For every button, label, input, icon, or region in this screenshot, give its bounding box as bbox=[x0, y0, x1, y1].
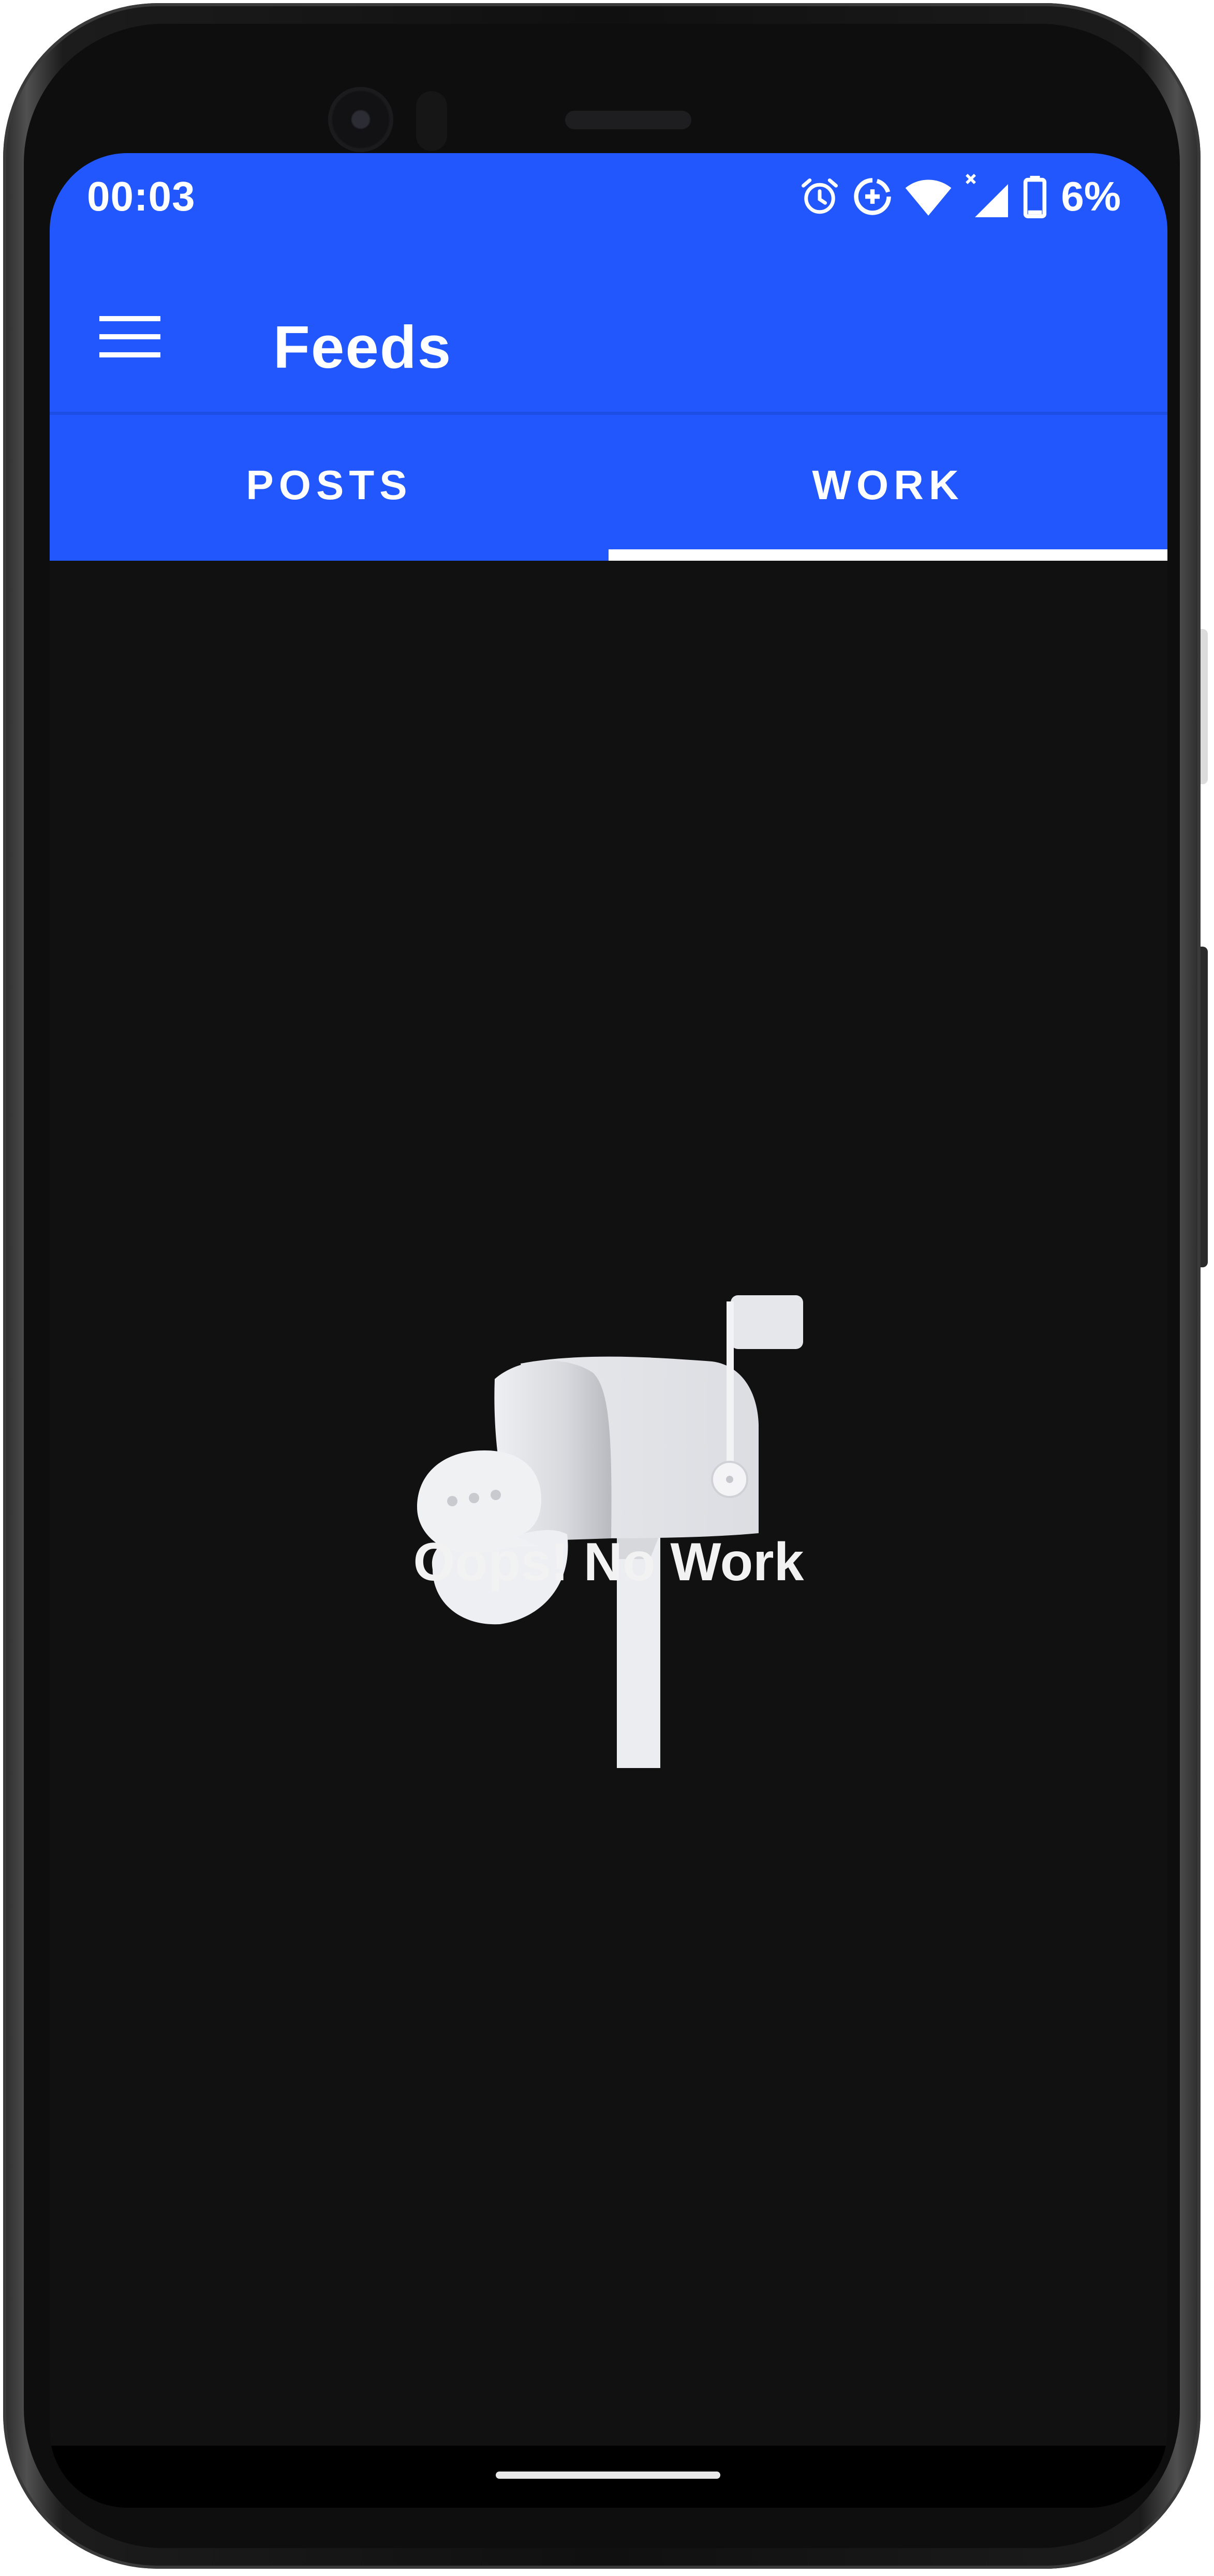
data-saver-icon bbox=[851, 175, 894, 218]
status-time: 00:03 bbox=[87, 173, 196, 219]
tab-bar: POSTS WORK bbox=[50, 415, 1167, 561]
app-bar: Feeds bbox=[50, 262, 1167, 412]
hamburger-menu-icon bbox=[99, 316, 160, 357]
battery-percent: 6% bbox=[1061, 173, 1121, 219]
screen: 00:03 6% Feeds POSTS WORK Oops! No Work bbox=[50, 153, 1167, 2508]
tab-posts[interactable]: POSTS bbox=[50, 415, 609, 561]
proximity-sensor bbox=[416, 91, 447, 151]
menu-button[interactable] bbox=[96, 308, 164, 365]
status-bar: 00:03 6% bbox=[50, 153, 1167, 262]
front-camera bbox=[328, 87, 393, 152]
work-feed-content: Oops! No Work bbox=[50, 561, 1167, 2508]
tab-work[interactable]: WORK bbox=[609, 415, 1167, 561]
navigation-bar bbox=[50, 2446, 1167, 2508]
home-gesture-bar[interactable] bbox=[496, 2472, 720, 2479]
signal-no-data-icon bbox=[963, 172, 1012, 221]
battery-icon bbox=[1021, 175, 1048, 218]
earpiece-speaker bbox=[565, 111, 691, 129]
page-title: Feeds bbox=[273, 313, 452, 381]
alarm-icon bbox=[798, 175, 841, 218]
phone-frame: 00:03 6% Feeds POSTS WORK Oops! No Work bbox=[3, 3, 1208, 2569]
volume-button bbox=[1201, 947, 1208, 1267]
empty-state-message: Oops! No Work bbox=[413, 1532, 804, 1592]
power-button bbox=[1201, 629, 1208, 784]
status-icons: 6% bbox=[798, 171, 1121, 222]
wifi-icon bbox=[904, 175, 953, 218]
